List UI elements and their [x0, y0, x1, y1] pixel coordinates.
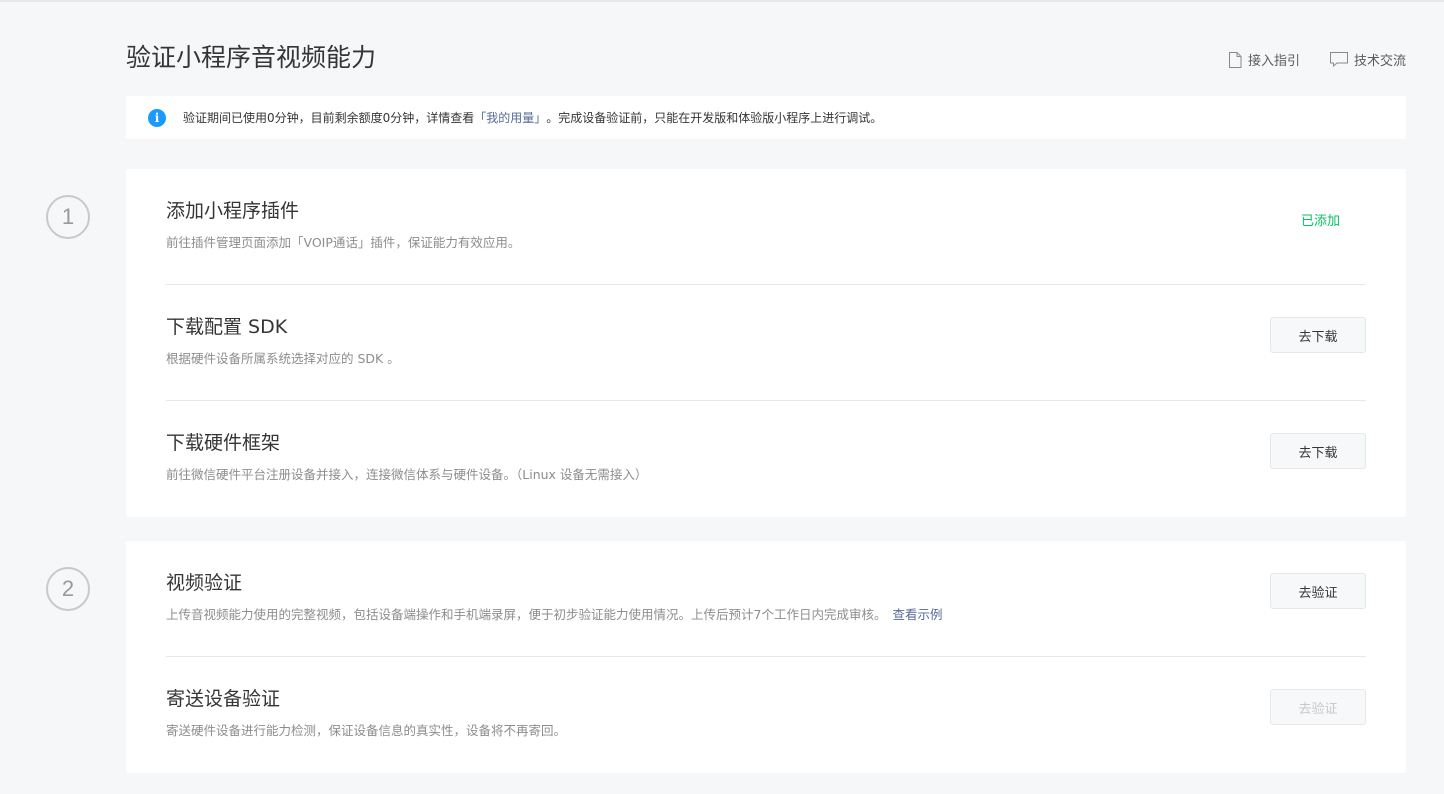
tech-exchange-link-label: 技术交流 [1353, 54, 1406, 69]
top-divider [0, 0, 1444, 2]
usage-notice: i 验证期间已使用0分钟，目前剩余额度0分钟，详情查看 「我的用量」 。完成设备… [126, 96, 1406, 139]
add-plugin-row: 添加小程序插件 前往插件管理页面添加「VOIP通话」插件，保证能力有效应用。 已… [166, 169, 1366, 285]
tech-exchange-link[interactable]: 技术交流 [1329, 50, 1406, 69]
ship-device-button[interactable]: 去验证 [1270, 689, 1366, 725]
download-framework-desc: 前往微信硬件平台注册设备并接入，连接微信体系与硬件设备。（Linux 设备无需接… [166, 467, 648, 482]
my-usage-link[interactable]: 「我的用量」 [474, 109, 546, 126]
download-sdk-row: 下载配置 SDK 根据硬件设备所属系统选择对应的 SDK 。 去下载 [166, 285, 1366, 401]
download-sdk-desc: 根据硬件设备所属系统选择对应的 SDK 。 [166, 351, 400, 366]
step-1-badge: 1 [46, 195, 90, 239]
ship-device-desc: 寄送硬件设备进行能力检测，保证设备信息的真实性，设备将不再寄回。 [166, 723, 567, 738]
add-plugin-desc: 前往插件管理页面添加「VOIP通话」插件，保证能力有效应用。 [166, 235, 521, 250]
document-icon [1228, 51, 1242, 68]
notice-text-after: 。完成设备验证前，只能在开发版和体验版小程序上进行调试。 [546, 111, 883, 125]
video-verify-button[interactable]: 去验证 [1270, 573, 1366, 609]
download-sdk-button[interactable]: 去下载 [1270, 317, 1366, 353]
step-2-badge: 2 [46, 567, 90, 611]
ship-device-title: 寄送设备验证 [166, 688, 281, 710]
header-links: 接入指引 技术交流 [1228, 50, 1406, 69]
plugin-added-status: 已添加 [1300, 214, 1340, 229]
download-sdk-title: 下载配置 SDK [166, 316, 288, 338]
step-2-card: 视频验证 上传音视频能力使用的完整视频，包括设备端操作和手机端录屏，便于初步验证… [126, 541, 1406, 773]
view-example-link[interactable]: 查看示例 [892, 607, 942, 622]
video-verify-desc: 上传音视频能力使用的完整视频，包括设备端操作和手机端录屏，便于初步验证能力使用情… [166, 607, 887, 622]
page-title: 验证小程序音视频能力 [126, 43, 377, 72]
info-icon: i [148, 108, 166, 127]
download-framework-row: 下载硬件框架 前往微信硬件平台注册设备并接入，连接微信体系与硬件设备。（Linu… [166, 401, 1366, 517]
chat-icon [1329, 52, 1348, 67]
guide-link-label: 接入指引 [1247, 54, 1300, 69]
add-plugin-title: 添加小程序插件 [166, 200, 300, 222]
ship-device-row: 寄送设备验证 寄送硬件设备进行能力检测，保证设备信息的真实性，设备将不再寄回。 … [166, 657, 1366, 773]
video-verify-row: 视频验证 上传音视频能力使用的完整视频，包括设备端操作和手机端录屏，便于初步验证… [166, 541, 1366, 657]
download-framework-button[interactable]: 去下载 [1270, 433, 1366, 469]
video-verify-title: 视频验证 [166, 572, 243, 594]
step-1-card: 添加小程序插件 前往插件管理页面添加「VOIP通话」插件，保证能力有效应用。 已… [126, 169, 1406, 517]
notice-text-before: 验证期间已使用0分钟，目前剩余额度0分钟，详情查看 [183, 111, 475, 125]
video-verify-desc-line: 上传音视频能力使用的完整视频，包括设备端操作和手机端录屏，便于初步验证能力使用情… [166, 606, 942, 624]
download-framework-title: 下载硬件框架 [166, 432, 281, 454]
guide-link[interactable]: 接入指引 [1228, 50, 1300, 69]
